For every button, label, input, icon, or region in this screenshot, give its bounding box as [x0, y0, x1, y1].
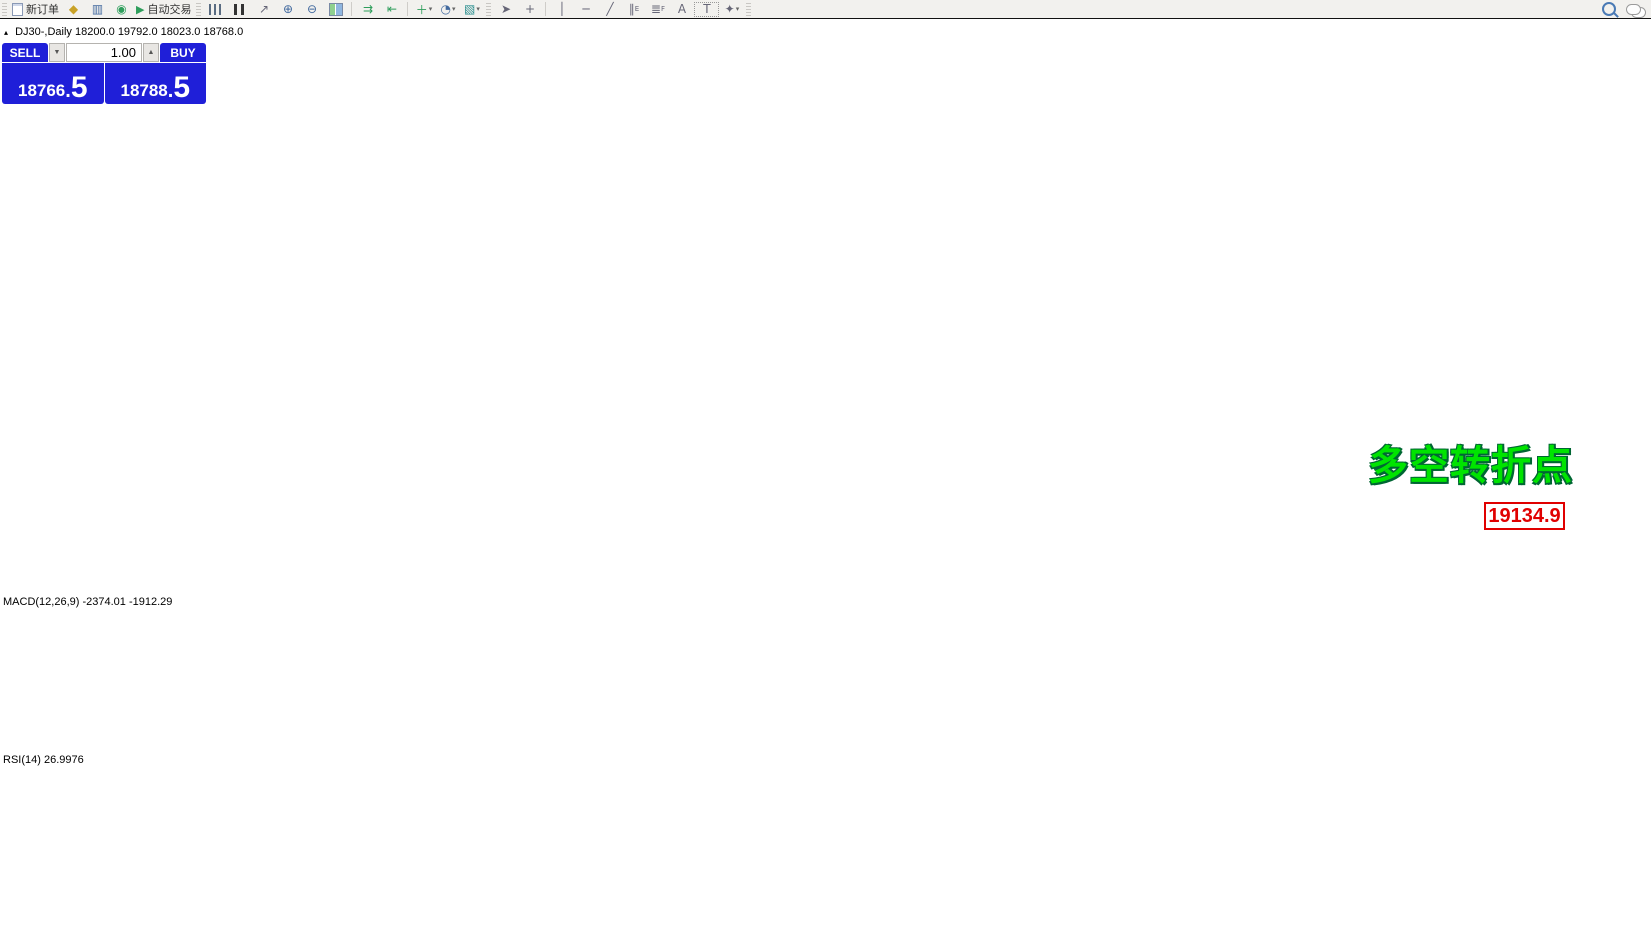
autotrading-label: 自动交易	[147, 1, 191, 17]
toolbar-separator	[545, 2, 546, 16]
buy-price-frac: 5	[173, 75, 190, 101]
crosshair-icon[interactable]: +	[518, 1, 541, 18]
chart-text-annotation[interactable]: 多空转折点	[1368, 433, 1573, 491]
rsi-label: RSI(14) 26.9976	[3, 754, 84, 766]
candlestick-chart-icon[interactable]	[228, 1, 251, 18]
chat-icon[interactable]	[1626, 4, 1641, 15]
market-watch-icon[interactable]: ◆	[62, 1, 85, 18]
text-label-icon[interactable]: T	[694, 2, 719, 17]
volume-decrease-button[interactable]: ▼	[49, 43, 65, 62]
volume-increase-button[interactable]: ▲	[143, 43, 159, 62]
one-click-collapse-icon[interactable]: ▴	[4, 28, 8, 37]
equidistant-channel-icon[interactable]: ∥E	[622, 1, 645, 18]
new-order-icon	[12, 3, 23, 16]
toolbar-grip[interactable]	[486, 2, 491, 16]
cursor-icon[interactable]: ➤	[494, 1, 517, 18]
horizontal-line-icon[interactable]: ─	[574, 1, 597, 18]
buy-price-button[interactable]: 18788 . 5	[105, 63, 207, 104]
indicators-button[interactable]: ＋▾	[412, 1, 435, 18]
autotrading-icon: ▶	[136, 3, 144, 16]
toolbar: 新订单 ◆ ▥ ◉ ▶ 自动交易 ↗ ⊕ ⊖ ⇉ ⇤ ＋▾ ◔▾ ▧▾ ➤ + …	[0, 0, 1651, 19]
fibonacci-icon[interactable]: ≣F	[646, 1, 669, 18]
line-chart-icon[interactable]: ↗	[252, 1, 275, 18]
sell-price-button[interactable]: 18766 . 5	[2, 63, 104, 104]
periods-button[interactable]: ◔▾	[436, 1, 459, 18]
price-callout-box[interactable]: 19134.9	[1484, 502, 1565, 530]
symbol-name: DJ30-,Daily	[15, 26, 72, 38]
buy-price-main: 18788	[120, 81, 167, 101]
volume-input[interactable]: 1.00	[66, 43, 142, 62]
data-window-icon[interactable]: ▥	[86, 1, 109, 18]
zoom-out-icon[interactable]: ⊖	[300, 1, 323, 18]
one-click-trading-panel: SELL ▼ 1.00 ▲ BUY 18766 . 5 18788 . 5	[2, 43, 206, 104]
templates-button[interactable]: ▧▾	[460, 1, 483, 18]
symbol-title: ▴ DJ30-,Daily 18200.0 19792.0 18023.0 18…	[4, 26, 243, 38]
auto-scroll-icon[interactable]: ⇉	[356, 1, 379, 18]
arrows-button[interactable]: ✦▾	[720, 1, 743, 18]
tile-windows-icon[interactable]	[324, 1, 347, 18]
macd-label: MACD(12,26,9) -2374.01 -1912.29	[3, 596, 172, 608]
search-icon[interactable]	[1602, 2, 1616, 16]
toolbar-separator	[351, 2, 352, 16]
toolbar-grip[interactable]	[746, 2, 751, 16]
toolbar-grip[interactable]	[2, 2, 7, 16]
sell-price-frac: 5	[71, 75, 88, 101]
zoom-in-icon[interactable]: ⊕	[276, 1, 299, 18]
toolbar-separator	[407, 2, 408, 16]
bar-chart-icon[interactable]	[204, 1, 227, 18]
trendline-icon[interactable]: ╱	[598, 1, 621, 18]
toolbar-grip[interactable]	[196, 2, 201, 16]
autotrading-button[interactable]: ▶ 自动交易	[134, 1, 193, 18]
text-icon[interactable]: A	[670, 1, 693, 18]
new-order-button[interactable]: 新订单	[10, 1, 61, 18]
navigator-icon[interactable]: ◉	[110, 1, 133, 18]
buy-button[interactable]: BUY	[160, 43, 206, 62]
ohlc-values: 18200.0 19792.0 18023.0 18768.0	[75, 26, 243, 38]
new-order-label: 新订单	[26, 1, 59, 17]
chart-shift-icon[interactable]: ⇤	[380, 1, 403, 18]
sell-button[interactable]: SELL	[2, 43, 48, 62]
sell-price-main: 18766	[18, 81, 65, 101]
vertical-line-icon[interactable]: │	[550, 1, 573, 18]
